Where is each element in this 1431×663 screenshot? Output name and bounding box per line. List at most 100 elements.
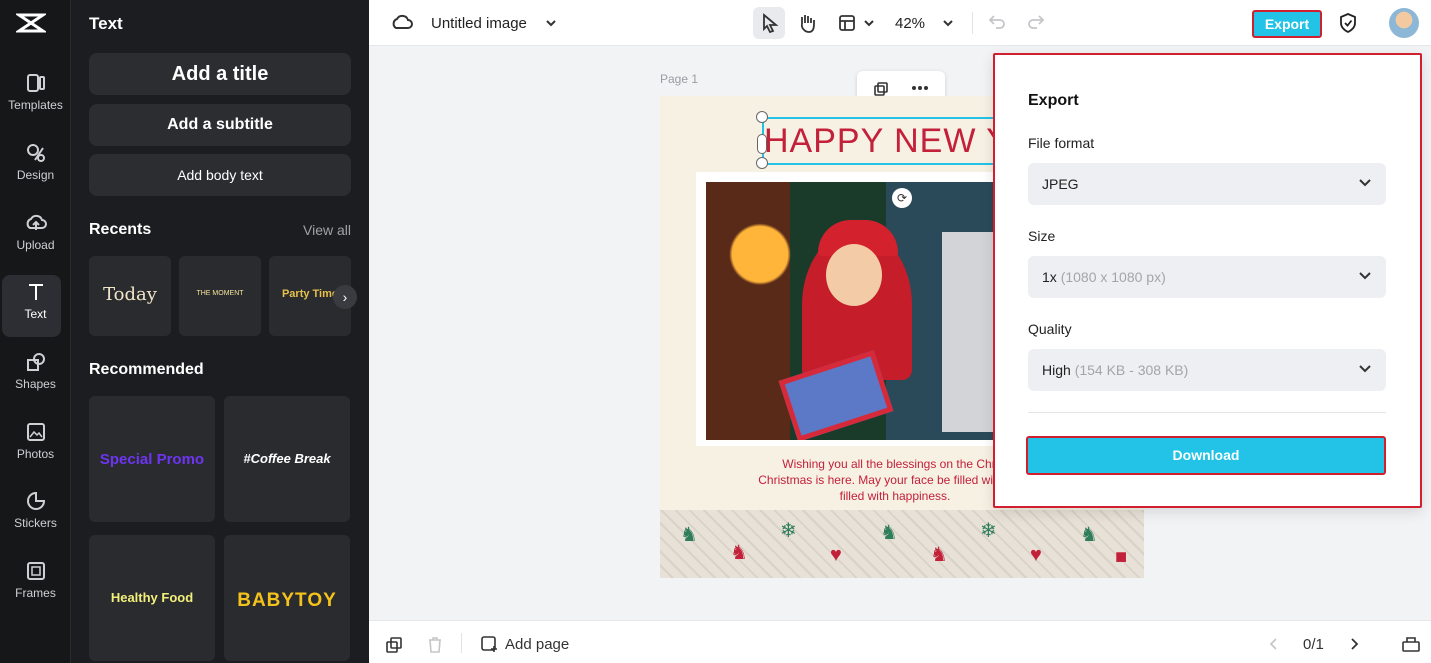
rail-label: Frames [15, 586, 56, 600]
recommended-text-label: Special Promo [99, 451, 205, 468]
recommended-text-style[interactable]: Special Promo [89, 396, 215, 522]
chevron-down-icon [1359, 365, 1371, 373]
page-list-icon[interactable] [1401, 635, 1421, 653]
pointer-icon[interactable] [761, 13, 779, 33]
add-title-button[interactable]: Add a title [89, 53, 351, 95]
recommended-text-style[interactable]: BABYTOY [224, 535, 350, 661]
quality-label: Quality [1028, 321, 1072, 337]
rail-item-shapes[interactable]: Shapes [0, 351, 71, 413]
recents-heading: Recents [89, 221, 152, 238]
user-avatar[interactable] [1389, 8, 1419, 38]
reindeer-icon: ♞ [930, 544, 948, 566]
chevron-down-icon [1359, 179, 1371, 187]
christmas-photo[interactable] [706, 182, 1006, 440]
view-all-link[interactable]: View all [303, 222, 351, 238]
rail-item-upload[interactable]: Upload [0, 212, 71, 274]
reindeer-icon: ♞ [880, 522, 898, 544]
size-value: 1x [1042, 269, 1057, 285]
rail-label: Templates [8, 98, 63, 112]
rail-label: Design [16, 168, 55, 182]
rail-label: Photos [16, 447, 55, 461]
chevron-right-icon[interactable] [1349, 638, 1359, 650]
chevron-down-icon[interactable] [545, 17, 557, 29]
page-counter: 0/1 [1303, 636, 1324, 653]
festive-pattern: ♞ ♞ ❄ ♥ ♞ ♞ ❄ ♥ ♞ ■ [660, 510, 1144, 578]
photo-frame[interactable] [696, 172, 1016, 446]
chevron-down-icon[interactable] [942, 17, 954, 29]
top-toolbar: Untitled image 42% Export [369, 0, 1431, 46]
panel-title: Text [89, 14, 123, 33]
add-body-text-button[interactable]: Add body text [89, 154, 351, 196]
resize-handle[interactable] [756, 111, 768, 123]
shield-icon[interactable] [1338, 12, 1358, 34]
rotate-icon[interactable]: ⟳ [892, 188, 912, 208]
rail-item-design[interactable]: Design [0, 142, 71, 204]
recent-text-style[interactable]: Today [89, 256, 171, 336]
trash-icon[interactable] [427, 636, 443, 654]
layout-icon[interactable] [838, 14, 856, 32]
heart-icon: ♥ [1030, 544, 1042, 566]
document-title[interactable]: Untitled image [431, 15, 527, 32]
rail-item-stickers[interactable]: Stickers [0, 490, 71, 552]
size-detail: (1080 x 1080 px) [1060, 269, 1166, 285]
photos-icon [26, 423, 45, 441]
export-dropdown: Export File format JPEG Size 1x (1080 x … [993, 53, 1422, 508]
chevron-down-icon [1359, 272, 1371, 280]
export-panel-title: Export [1028, 92, 1079, 109]
text-panel: Text Add a title Add a subtitle Add body… [71, 0, 369, 663]
panel-divider [1028, 412, 1386, 413]
page-label: Page 1 [660, 72, 699, 86]
snowflake-icon: ❄ [780, 520, 797, 542]
photo-face [826, 244, 882, 306]
chevron-down-icon[interactable] [863, 17, 875, 29]
recommended-text-label: #Coffee Break [243, 451, 331, 466]
left-rail: Templates Design Upload Text Shapes Phot… [0, 0, 71, 663]
more-options-icon[interactable] [911, 85, 929, 91]
quality-select[interactable]: High (154 KB - 308 KB) [1028, 349, 1386, 391]
rail-item-photos[interactable]: Photos [0, 421, 71, 483]
reindeer-icon: ♞ [730, 542, 748, 564]
size-select[interactable]: 1x (1080 x 1080 px) [1028, 256, 1386, 298]
design-icon [26, 144, 45, 162]
toolbar-divider [461, 633, 462, 653]
duplicate-page-icon[interactable] [385, 636, 403, 654]
rail-item-text[interactable]: Text [0, 275, 71, 343]
reindeer-icon: ♞ [680, 524, 698, 546]
duplicate-icon[interactable] [873, 81, 889, 97]
heart-icon: ♥ [830, 544, 842, 566]
add-page-button[interactable]: Add page [505, 636, 569, 653]
quality-value: High [1042, 362, 1071, 378]
toolbar-divider [972, 12, 973, 34]
hand-icon[interactable] [797, 12, 817, 34]
snowflake-icon: ❄ [980, 520, 997, 542]
redo-icon[interactable] [1027, 14, 1045, 30]
resize-handle[interactable] [756, 157, 768, 169]
recommended-text-style[interactable]: Healthy Food [89, 535, 215, 661]
chevron-left-icon[interactable] [1269, 638, 1279, 650]
undo-icon[interactable] [988, 14, 1006, 30]
quality-detail: (154 KB - 308 KB) [1074, 362, 1189, 378]
add-subtitle-button[interactable]: Add a subtitle [89, 104, 351, 146]
recent-text-label: Today [103, 284, 157, 305]
frames-icon [26, 562, 45, 580]
cloud-sync-icon[interactable] [391, 13, 413, 33]
rail-item-frames[interactable]: Frames [0, 560, 71, 622]
zoom-level[interactable]: 42% [895, 15, 925, 32]
file-format-select[interactable]: JPEG [1028, 163, 1386, 205]
bottom-toolbar: Add page 0/1 [369, 620, 1431, 663]
export-button[interactable]: Export [1252, 10, 1322, 38]
download-button[interactable]: Download [1026, 436, 1386, 475]
stickers-icon [26, 491, 45, 510]
recommended-text-label: Healthy Food [110, 590, 194, 605]
recommended-text-style[interactable]: #Coffee Break [224, 396, 350, 522]
file-format-label: File format [1028, 135, 1095, 151]
resize-handle[interactable] [757, 134, 767, 154]
rail-item-templates[interactable]: Templates [0, 72, 71, 134]
size-label: Size [1028, 228, 1056, 244]
capcut-logo-icon[interactable] [16, 10, 46, 36]
recommended-text-label: BABYTOY [237, 590, 337, 611]
scroll-right-icon[interactable]: › [333, 285, 357, 309]
recommended-heading: Recommended [89, 361, 204, 378]
recent-text-style[interactable]: THE MOMENT [179, 256, 261, 336]
add-page-icon[interactable] [480, 635, 498, 653]
